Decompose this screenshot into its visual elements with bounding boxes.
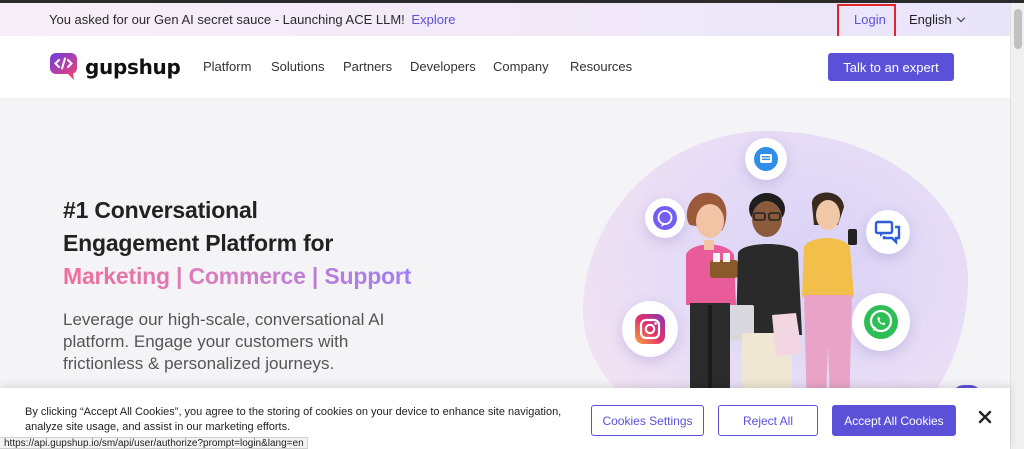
close-icon[interactable] [976,408,994,426]
nav-item-platform[interactable]: Platform [203,59,251,74]
language-selector[interactable]: English [909,12,965,27]
gupshup-logo[interactable]: gupshup [50,53,181,81]
chat-bubbles-icon [866,210,910,254]
browser-status-url: https://api.gupshup.io/sm/api/user/autho… [0,437,308,449]
page-scrollbar[interactable] [1010,3,1024,449]
login-link[interactable]: Login [854,12,886,27]
cookies-settings-button[interactable]: Cookies Settings [591,405,704,436]
nav-item-developers[interactable]: Developers [410,59,476,74]
scrollbar-thumb[interactable] [1014,9,1022,49]
reject-all-button[interactable]: Reject All [718,405,818,436]
explore-link[interactable]: Explore [411,12,455,27]
page: You asked for our Gen AI secret sauce - … [0,0,1024,449]
main-navbar: gupshup Platform Solutions Partners Deve… [0,36,1010,99]
logo-wordmark: gupshup [85,55,181,79]
nav-item-solutions[interactable]: Solutions [271,59,324,74]
announcement-bar: You asked for our Gen AI secret sauce - … [0,3,1010,41]
nav-item-resources[interactable]: Resources [570,59,632,74]
nav-item-company[interactable]: Company [493,59,549,74]
talk-to-expert-button[interactable]: Talk to an expert [828,53,954,81]
chevron-down-icon [956,13,965,23]
hero-headline-gradient: Marketing | Commerce | Support [63,263,412,289]
hero-subtext-line-2: platform. Engage your customers with [63,332,349,351]
announcement-message: You asked for our Gen AI secret sauce - … [49,12,405,27]
hero-subtext-line-3: frictionless & personalized journeys. [63,354,335,373]
message-icon [745,138,787,180]
cookie-consent-text: By clicking “Accept All Cookies”, you ag… [25,406,562,433]
instagram-icon [622,301,678,357]
hero-headline-line-2: Engagement Platform for [63,230,334,256]
nav-item-partners[interactable]: Partners [343,59,392,74]
hero-subtext-line-1: Leverage our high-scale, conversational … [63,310,385,329]
hero-headline-line-1: #1 Conversational [63,197,258,223]
accept-all-cookies-button[interactable]: Accept All Cookies [832,405,956,436]
announcement-text: You asked for our Gen AI secret sauce - … [49,12,456,27]
logo-icon [50,53,77,80]
language-label: English [909,12,952,27]
